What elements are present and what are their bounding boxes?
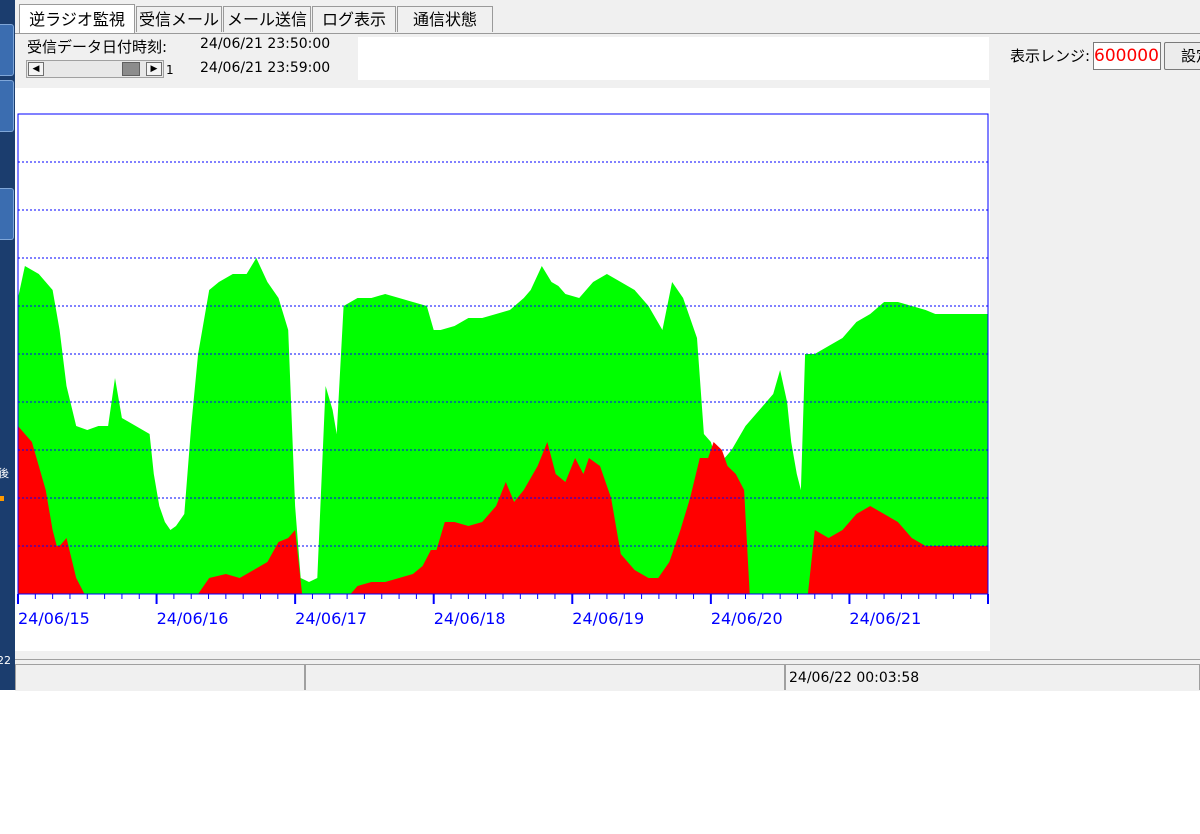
- app-window: 後 22 逆ラジオ監視 受信メール メール送信 ログ表示 通信状態 受信データ日…: [0, 0, 1200, 691]
- orange-badge-icon: [0, 496, 4, 501]
- received-datetime-label: 受信データ日付時刻:: [27, 38, 168, 56]
- tab-reverse-radio-monitor[interactable]: 逆ラジオ監視: [19, 4, 135, 33]
- tab-received-mail[interactable]: 受信メール: [136, 6, 222, 32]
- status-panel: [15, 664, 305, 690]
- tab-log-view[interactable]: ログ表示: [312, 6, 396, 32]
- tab-send-mail[interactable]: メール送信: [223, 6, 311, 32]
- info-panel: [358, 37, 989, 80]
- chart-panel: 24/06/15 24/06/16 24/06/17 24/06/18 24/06/19…: [15, 88, 990, 651]
- x-tick-label: 24/06/18: [434, 609, 506, 628]
- scroll-thumb[interactable]: [122, 62, 140, 76]
- x-tick-label: 24/06/15: [18, 609, 90, 628]
- display-range-label: 表示レンジ:: [1010, 47, 1091, 65]
- set-button[interactable]: 設定: [1164, 42, 1200, 70]
- x-tick-label: 24/06/16: [157, 609, 229, 628]
- time-scrollbar[interactable]: ◀ ▶: [26, 60, 164, 78]
- scroll-value: 1: [166, 63, 174, 77]
- tab-divider: [15, 33, 1200, 34]
- taskbar-button[interactable]: [0, 80, 14, 132]
- status-timestamp: 24/06/22 00:03:58: [785, 664, 1200, 690]
- traffic-chart: 24/06/15 24/06/16 24/06/17 24/06/18 24/06/19…: [17, 113, 989, 628]
- strip-text: 22: [0, 654, 11, 667]
- strip-text: 後: [0, 467, 9, 480]
- taskbar-button[interactable]: [0, 188, 14, 240]
- x-tick-label: 24/06/21: [849, 609, 921, 628]
- scroll-right-icon[interactable]: ▶: [146, 62, 162, 76]
- tab-connection-status[interactable]: 通信状態: [397, 6, 493, 32]
- x-tick-label: 24/06/19: [572, 609, 644, 628]
- x-tick-label: 24/06/20: [711, 609, 783, 628]
- datetime-end: 24/06/21 23:59:00: [200, 60, 331, 76]
- scroll-left-icon[interactable]: ◀: [28, 62, 44, 76]
- datetime-start: 24/06/21 23:50:00: [200, 36, 331, 52]
- x-tick-label: 24/06/17: [295, 609, 367, 628]
- status-bar: 24/06/22 00:03:58: [15, 659, 1200, 691]
- taskbar-button[interactable]: [0, 24, 14, 76]
- display-range-input[interactable]: 600000: [1093, 42, 1161, 70]
- status-panel: [305, 664, 785, 690]
- desktop-edge: 後 22: [0, 0, 15, 690]
